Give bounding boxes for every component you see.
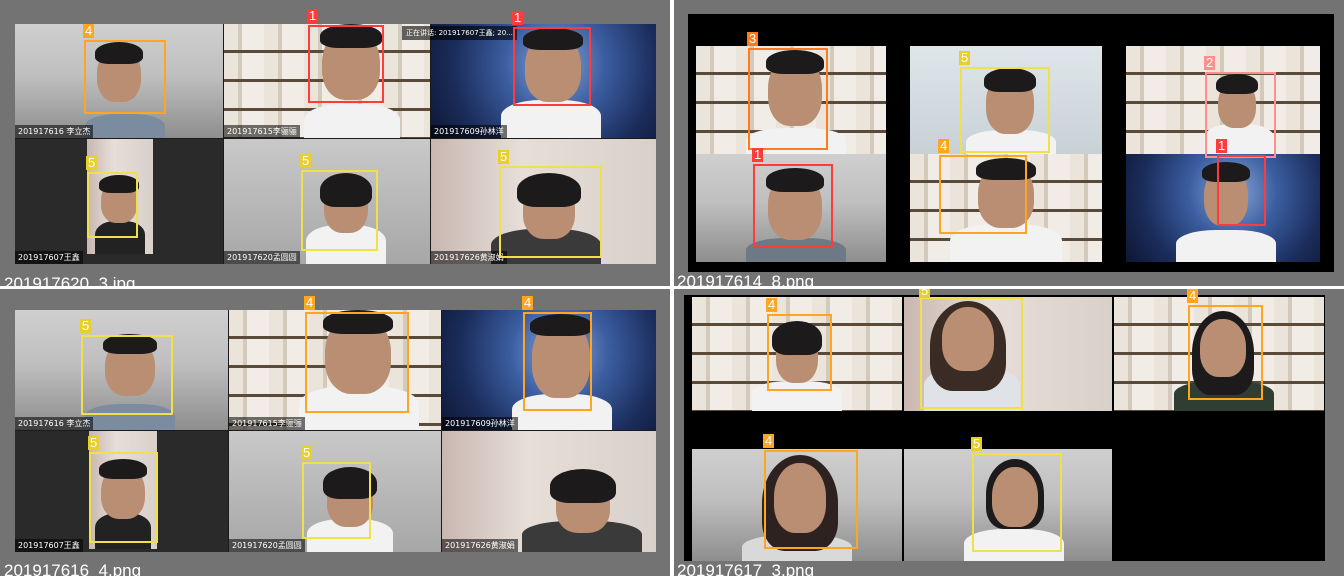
shirt [304,104,400,138]
detection-label: 5 [971,436,983,451]
participant-caption: 201917620孟圆圆 [224,251,300,264]
detection-label: 1 [752,147,764,162]
detection-label: 5 [300,153,312,168]
participant-caption: 201917609孙林洋 [431,125,507,138]
detection-box [939,155,1027,234]
image-filename: 201917620_3.jpg [4,274,136,286]
detection-box [84,40,166,114]
participant-caption: 201917616 李立杰 [15,417,94,430]
detection-box [301,170,378,251]
detection-box [753,164,833,248]
detection-box [523,312,592,411]
detection-label: 5 [80,318,92,333]
detection-label: 2 [1204,55,1216,70]
detection-box [1217,155,1266,226]
image-filename: 201917616_4.png [4,561,142,576]
detection-box [87,172,138,238]
participant-caption: 201917615李骊骊 [224,125,300,138]
detection-box [1188,305,1263,400]
panel-top-right: 3 5 2 1 4 1 201917614_8.png [674,0,1344,286]
participant-caption: 201917620孟圆圆 [229,539,305,552]
participant-caption: 201917615李骊骊 [229,417,305,430]
participant-caption: 201917626黄淑娟 [442,539,518,552]
panel-bottom-right: 4 5 4 4 5 201917617_3.png [674,289,1344,576]
detection-box [767,314,832,391]
detection-label: 4 [763,433,775,448]
image-filename: 201917614_8.png [677,272,815,286]
shirt [1176,230,1276,262]
participant-caption: 201917607王鑫 [15,251,83,264]
detection-label: 3 [747,31,759,46]
image-filename: 201917617_3.png [677,561,815,576]
detection-box [305,312,409,413]
hair [550,469,616,503]
detection-box [920,297,1023,409]
panel-bottom-left: 201917616 李立杰 201917615李骊骊 201917609孙林洋 … [0,289,670,576]
panel-top-left: 201917616 李立杰 201917615李骊骊 201917609孙林洋 … [0,0,670,286]
panel-divider [674,286,1344,289]
detection-label: 4 [304,295,316,310]
detection-box [499,166,602,258]
detection-label: 5 [959,50,971,65]
detection-label: 5 [498,149,510,164]
detection-label: 5 [919,289,931,298]
detection-label: 4 [938,138,950,153]
detection-label: 1 [512,10,524,25]
video-tile[interactable]: 201917626黄淑娟 [442,431,656,552]
detection-label: 5 [86,155,98,170]
participant-caption: 201917609孙林洋 [442,417,518,430]
participant-caption: 201917626黄淑娟 [431,251,507,264]
detection-box [89,452,158,543]
detection-box [748,48,828,150]
detection-label: 4 [1187,289,1199,303]
detection-label: 1 [307,8,319,23]
panel-divider [0,286,670,289]
detection-box [960,67,1050,153]
participant-caption: 201917607王鑫 [15,539,83,552]
detection-box [764,450,858,549]
detection-box [972,453,1062,552]
detection-label: 1 [1216,138,1228,153]
detection-label: 5 [301,445,313,460]
participant-caption: 201917616 李立杰 [15,125,94,138]
detection-box [81,335,173,415]
detection-label: 4 [83,23,95,38]
detection-label: 4 [766,297,778,312]
detection-box [308,25,384,103]
detection-label: 5 [88,435,100,450]
detection-label: 4 [522,295,534,310]
detection-box [513,27,591,106]
speaker-notice: 正在讲话: 201917607王鑫; 20... [402,26,517,40]
shirt [85,114,165,138]
detection-box [302,462,371,539]
